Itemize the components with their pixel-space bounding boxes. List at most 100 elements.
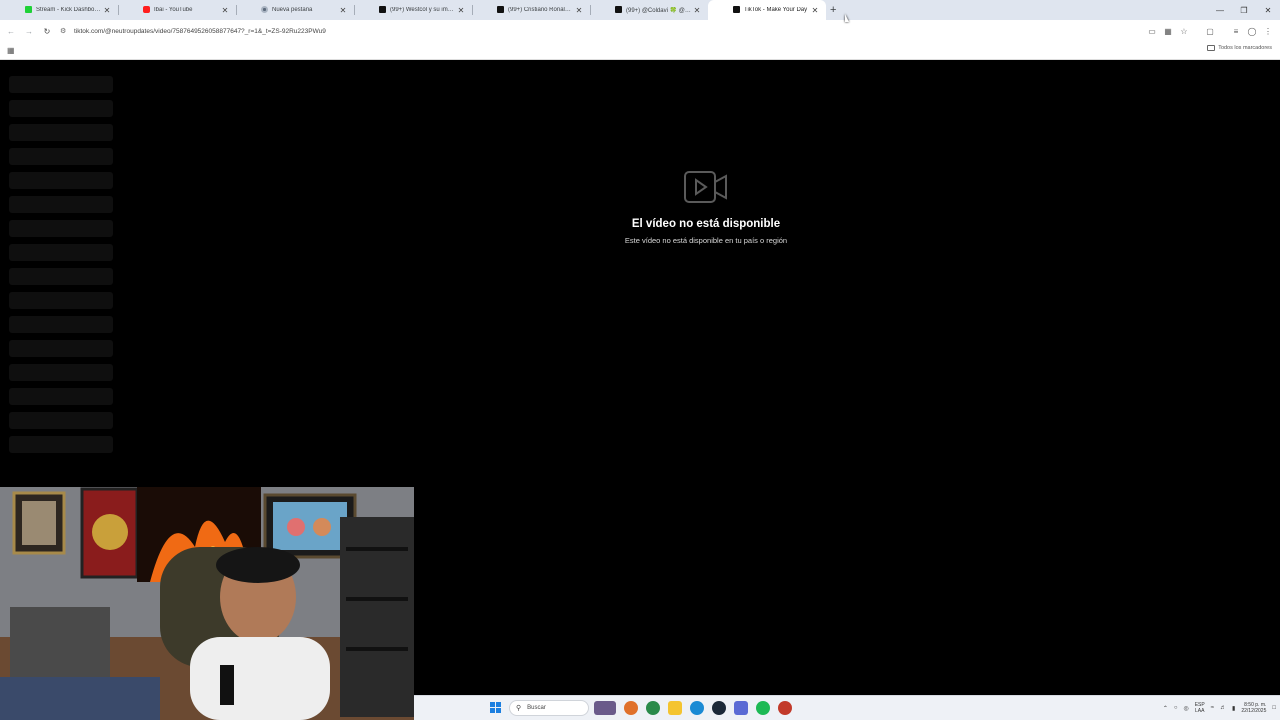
extensions-icon[interactable]: ▢ <box>1202 27 1218 36</box>
microphone-icon[interactable]: ◎ <box>1183 705 1188 712</box>
window-controls: — ❐ ✕ <box>1208 0 1280 20</box>
close-icon[interactable]: ✕ <box>456 6 466 15</box>
notifications-icon[interactable]: □ <box>1272 705 1276 711</box>
tiktok-icon <box>615 6 622 13</box>
skeleton-item <box>9 124 113 141</box>
language-indicator[interactable]: ESP LAA <box>1195 702 1205 714</box>
wifi-icon[interactable]: ≈ <box>1211 705 1214 711</box>
skeleton-item <box>9 268 113 285</box>
window-close-button[interactable]: ✕ <box>1256 0 1280 20</box>
reload-icon[interactable]: ↻ <box>38 20 56 42</box>
chrome-icon[interactable] <box>646 701 660 715</box>
skeleton-item <box>9 340 113 357</box>
skeleton-item <box>9 148 113 165</box>
close-icon[interactable]: ✕ <box>692 6 702 15</box>
skeleton-item <box>9 220 113 237</box>
tab-title: (99+) Cristiano Ronaldo Singing... <box>508 7 574 13</box>
search-placeholder: Buscar <box>527 705 546 711</box>
skeleton-item <box>9 244 113 261</box>
streamer-webcam-image <box>0 487 414 720</box>
skeleton-item <box>9 100 113 117</box>
new-tab-button[interactable]: + <box>830 4 844 16</box>
restore-button[interactable]: ❐ <box>1232 0 1256 20</box>
volume-icon[interactable]: ♬ <box>1220 705 1226 711</box>
tiktok-icon <box>379 6 386 13</box>
address-bar[interactable]: ⚙ tiktok.com/@neutroupdates/video/758764… <box>60 23 1120 39</box>
tab-tiktok-cristiano[interactable]: (99+) Cristiano Ronaldo Singing... ✕ <box>472 0 590 20</box>
skeleton-item <box>9 196 113 213</box>
close-icon[interactable]: ✕ <box>574 6 584 15</box>
skeleton-item <box>9 388 113 405</box>
tab-tiktok-coldavi[interactable]: (99+) @Coldavi 🍀 @Criss Brosi... ✕ <box>590 0 708 20</box>
tab-title: (99+) @Coldavi 🍀 @Criss Brosi... <box>626 7 692 14</box>
skeleton-item <box>9 364 113 381</box>
back-arrow-icon[interactable]: ← <box>2 20 20 42</box>
sidebar-skeleton <box>9 76 113 460</box>
close-icon[interactable]: ✕ <box>338 6 348 15</box>
close-icon[interactable]: ✕ <box>810 6 820 15</box>
video-unavailable-message: El vídeo no está disponible Este vídeo n… <box>556 170 856 245</box>
tiktok-icon <box>497 6 504 13</box>
clock-date: 22/12/2025 <box>1241 708 1267 714</box>
network-icon[interactable]: ○ <box>1174 705 1178 711</box>
media-control-icon[interactable]: ≡ <box>1228 27 1244 36</box>
discord-icon[interactable] <box>734 701 748 715</box>
all-bookmarks-button[interactable]: Todos los marcadores <box>1207 45 1272 51</box>
all-bookmarks-label: Todos los marcadores <box>1218 45 1272 51</box>
steam-icon[interactable] <box>712 701 726 715</box>
file-explorer-icon[interactable] <box>668 701 682 715</box>
taskbar-search[interactable]: ⚲ Buscar <box>509 700 589 716</box>
profile-icon[interactable]: ◯ <box>1244 27 1260 36</box>
chrome-icon <box>261 6 268 13</box>
windows-taskbar: ⚲ Buscar ⌃ ○ ◎ ESP LAA ≈ ♬ ▮ 8:50 p. m. … <box>414 695 1280 720</box>
tiktok-icon <box>733 6 740 13</box>
screen: Stream - Kick Dashboard ✕ Ibai - YouTube… <box>0 0 1280 720</box>
browser-toolbar: ← → ↻ ⚙ tiktok.com/@neutroupdates/video/… <box>0 20 1280 42</box>
kick-icon <box>25 6 32 13</box>
tray-chevron-icon[interactable]: ⌃ <box>1163 705 1168 712</box>
tab-new-tab[interactable]: Nueva pestaña ✕ <box>236 0 354 20</box>
skeleton-item <box>9 412 113 429</box>
video-camera-icon <box>684 171 727 203</box>
system-tray: ⌃ ○ ◎ ESP LAA ≈ ♬ ▮ 8:50 p. m. 22/12/202… <box>1163 696 1276 720</box>
skeleton-item <box>9 172 113 189</box>
skeleton-item <box>9 316 113 333</box>
skeleton-item <box>9 292 113 309</box>
toolbar-icons: ▭ ▦ ☆ ▢ ≡ ◯ ⋮ <box>1144 20 1276 42</box>
firefox-icon[interactable] <box>624 701 638 715</box>
error-subtitle: Este vídeo no está disponible en tu país… <box>624 236 788 245</box>
skeleton-item <box>9 436 113 453</box>
tab-title: Stream - Kick Dashboard <box>36 7 102 13</box>
url-text: tiktok.com/@neutroupdates/video/75876495… <box>74 27 326 35</box>
app-icon[interactable] <box>778 701 792 715</box>
tab-title: Ibai - YouTube <box>154 7 193 13</box>
skeleton-item <box>9 76 113 93</box>
widget-icon[interactable] <box>594 701 616 715</box>
clock[interactable]: 8:50 p. m. 22/12/2025 <box>1241 702 1266 714</box>
apps-grid-icon[interactable]: ▦ <box>7 46 15 55</box>
tab-tiktok-active[interactable]: TikTok - Make Your Day ✕ <box>708 0 826 20</box>
language-layout: LAA <box>1195 708 1205 714</box>
bookmarks-bar: ▦ Todos los marcadores <box>0 42 1280 60</box>
translate-icon[interactable]: ▦ <box>1160 27 1176 36</box>
close-icon[interactable]: ✕ <box>102 6 112 15</box>
bookmark-star-icon[interactable]: ☆ <box>1176 27 1192 36</box>
folder-icon <box>1207 45 1216 51</box>
more-menu-icon[interactable]: ⋮ <box>1260 27 1276 36</box>
install-app-icon[interactable]: ▭ <box>1144 27 1160 36</box>
battery-icon[interactable]: ▮ <box>1232 705 1235 712</box>
tab-kick-dashboard[interactable]: Stream - Kick Dashboard ✕ <box>0 0 118 20</box>
windows-start-icon[interactable] <box>490 702 501 713</box>
tab-title: TikTok - Make Your Day <box>744 7 808 13</box>
search-icon: ⚲ <box>516 705 522 712</box>
site-info-icon[interactable]: ⚙ <box>60 27 70 35</box>
tab-tiktok-westcol[interactable]: (99+) Westcol y su impacto en... ✕ <box>354 0 472 20</box>
forward-arrow-icon[interactable]: → <box>20 20 38 42</box>
taskbar-apps <box>594 701 792 715</box>
tab-title: (99+) Westcol y su impacto en... <box>390 7 456 13</box>
edge-icon[interactable] <box>690 701 704 715</box>
tab-youtube[interactable]: Ibai - YouTube ✕ <box>118 0 236 20</box>
close-icon[interactable]: ✕ <box>220 6 230 15</box>
spotify-icon[interactable] <box>756 701 770 715</box>
minimize-button[interactable]: — <box>1208 0 1232 20</box>
